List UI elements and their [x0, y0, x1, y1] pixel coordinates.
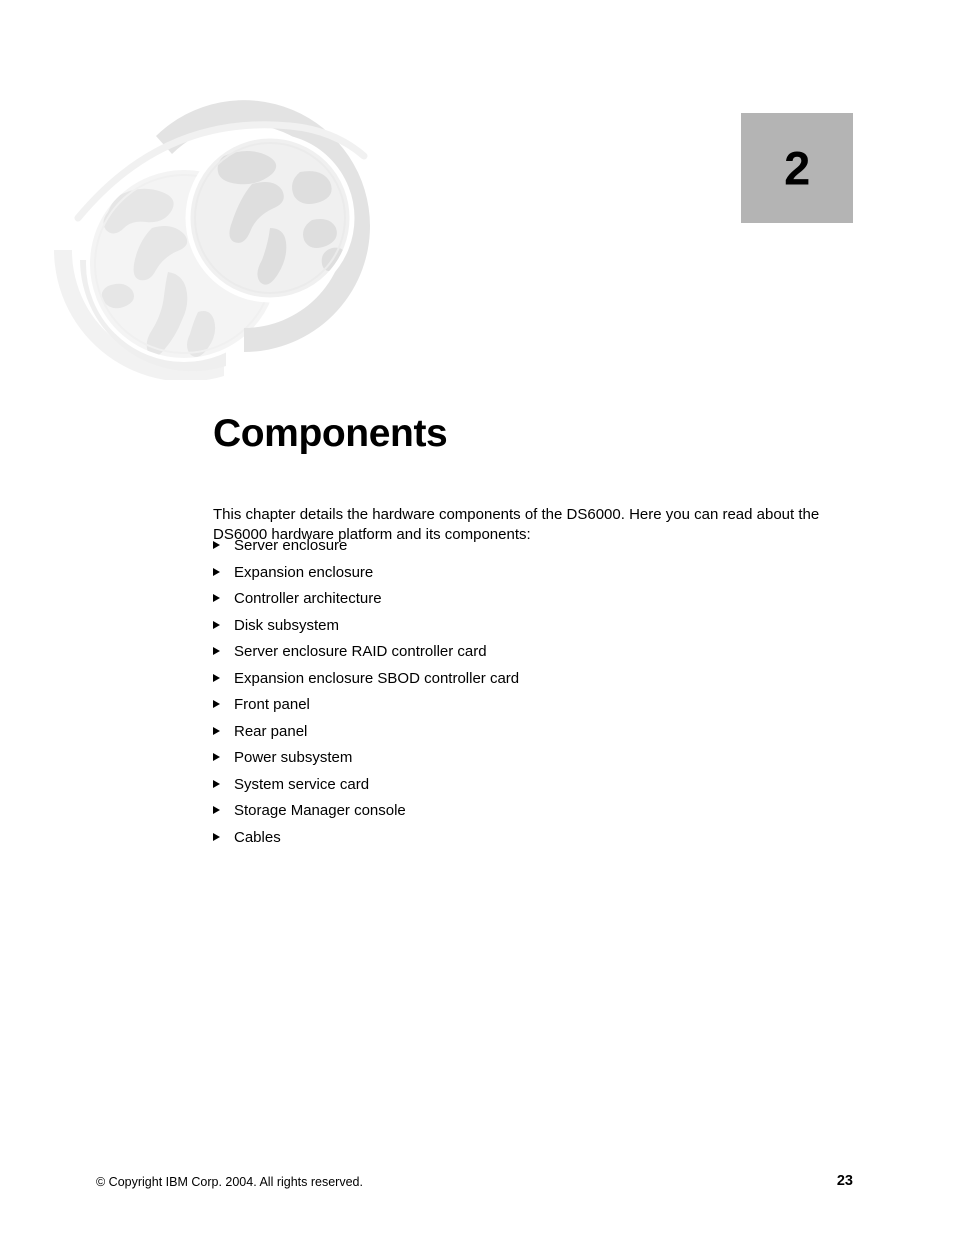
triangle-bullet-icon — [213, 620, 220, 629]
list-item: Rear panel — [213, 722, 849, 749]
list-item: Disk subsystem — [213, 616, 849, 643]
copyright-notice: © Copyright IBM Corp. 2004. All rights r… — [96, 1175, 363, 1189]
list-item: Cables — [213, 828, 849, 855]
list-item: Server enclosure RAID controller card — [213, 642, 849, 669]
triangle-bullet-icon — [213, 806, 220, 814]
list-item: Power subsystem — [213, 748, 849, 775]
list-item-label: Cables — [234, 828, 281, 846]
list-item: System service card — [213, 775, 849, 802]
chapter-number-box: 2 — [741, 113, 853, 223]
triangle-bullet-icon — [213, 567, 220, 576]
chapter-number: 2 — [784, 141, 810, 195]
page-number: 23 — [836, 1173, 853, 1189]
list-item: Front panel — [213, 695, 849, 722]
chapter-opening-page: 2 Components This chapter details the ha… — [0, 0, 954, 1235]
list-item-label: Expansion enclosure SBOD controller card — [234, 669, 520, 687]
triangle-bullet-icon — [213, 541, 220, 549]
list-item: Storage Manager console — [213, 801, 849, 828]
triangle-bullet-icon — [213, 700, 220, 708]
triangle-bullet-icon — [213, 832, 220, 841]
list-item: Expansion enclosure SBOD controller card — [213, 669, 849, 696]
list-item-label: Disk subsystem — [234, 616, 340, 634]
list-item-label: Front panel — [234, 696, 310, 713]
list-item-label: Storage Manager console — [234, 802, 406, 819]
triangle-bullet-icon — [213, 673, 220, 682]
triangle-bullet-icon — [213, 726, 220, 735]
list-item: Controller architecture — [213, 589, 849, 616]
list-item: Server enclosure — [213, 536, 849, 563]
list-item-label: Rear panel — [234, 722, 308, 740]
triangle-bullet-icon — [213, 594, 220, 602]
list-item-label: Controller architecture — [234, 590, 382, 607]
triangle-bullet-icon — [213, 753, 220, 761]
list-item-label: Power subsystem — [234, 749, 353, 766]
page-title: Components — [213, 412, 448, 456]
triangle-bullet-icon — [213, 779, 220, 788]
list-item: Expansion enclosure — [213, 563, 849, 590]
list-item-label: Server enclosure — [234, 537, 348, 554]
topic-list: Server enclosure Expansion enclosure Con… — [213, 536, 849, 854]
globe-watermark-graphic — [48, 100, 384, 380]
list-item-label: Expansion enclosure — [234, 563, 374, 581]
triangle-bullet-icon — [213, 647, 220, 655]
list-item-label: System service card — [234, 775, 370, 793]
list-item-label: Server enclosure RAID controller card — [234, 643, 487, 660]
page-footer: © Copyright IBM Corp. 2004. All rights r… — [96, 1173, 853, 1192]
